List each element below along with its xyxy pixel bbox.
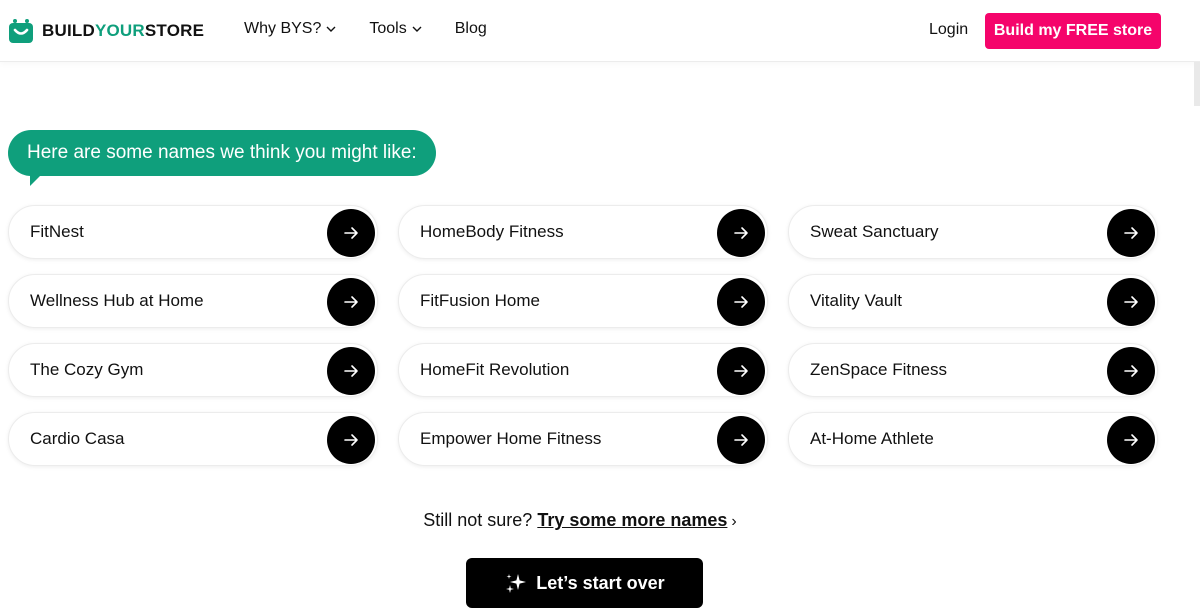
select-name-button[interactable] <box>327 416 375 464</box>
arrow-right-icon <box>1124 296 1138 308</box>
select-name-button[interactable] <box>327 278 375 326</box>
arrow-right-icon <box>344 434 358 446</box>
name-card[interactable]: FitNest <box>8 205 378 259</box>
nav-why-bys-label: Why BYS? <box>244 20 322 37</box>
arrow-right-icon <box>734 434 748 446</box>
bubble-text: Here are some names we think you might l… <box>27 142 417 163</box>
name-card[interactable]: ZenSpace Fitness <box>788 343 1158 397</box>
arrow-right-icon <box>344 227 358 239</box>
arrow-right-icon <box>734 365 748 377</box>
arrow-right-icon <box>1124 227 1138 239</box>
name-label: Vitality Vault <box>810 291 902 310</box>
select-name-button[interactable] <box>327 209 375 257</box>
name-card[interactable]: HomeFit Revolution <box>398 343 768 397</box>
name-label: FitNest <box>30 222 84 241</box>
bubble-tail <box>30 170 46 186</box>
name-card[interactable]: Cardio Casa <box>8 412 378 466</box>
arrow-right-icon <box>1124 434 1138 446</box>
build-free-store-button[interactable]: Build my FREE store <box>985 13 1161 49</box>
logo-text: BUILDYOURSTORE <box>42 21 205 40</box>
name-label: Sweat Sanctuary <box>810 222 939 241</box>
try-more-names-link[interactable]: Try some more names <box>537 510 727 530</box>
name-label: Cardio Casa <box>30 429 125 448</box>
site-header: BUILDYOURSTORE Why BYS? Tools Blog Login… <box>0 0 1200 62</box>
name-label: Wellness Hub at Home <box>30 291 204 310</box>
name-card[interactable]: FitFusion Home <box>398 274 768 328</box>
select-name-button[interactable] <box>717 278 765 326</box>
name-label: The Cozy Gym <box>30 360 144 379</box>
logo[interactable]: BUILDYOURSTORE <box>8 16 204 46</box>
more-names-prefix: Still not sure? <box>423 510 533 530</box>
select-name-button[interactable] <box>327 347 375 395</box>
more-names-prompt: Still not sure? Try some more names › <box>0 510 1160 531</box>
chevron-down-icon <box>412 26 422 32</box>
nav-why-bys[interactable]: Why BYS? <box>244 20 336 38</box>
name-suggestions-grid: FitNest HomeBody Fitness Sweat Sanctuary… <box>8 205 1158 466</box>
sparkle-icon <box>506 574 527 593</box>
start-over-label: Let’s start over <box>536 572 665 593</box>
name-label: At-Home Athlete <box>810 429 934 448</box>
name-card[interactable]: Sweat Sanctuary <box>788 205 1158 259</box>
chevron-down-icon <box>326 26 336 32</box>
nav-tools-label: Tools <box>369 20 407 37</box>
name-card[interactable]: The Cozy Gym <box>8 343 378 397</box>
arrow-right-icon <box>734 296 748 308</box>
select-name-button[interactable] <box>1107 347 1155 395</box>
select-name-button[interactable] <box>1107 416 1155 464</box>
name-card[interactable]: HomeBody Fitness <box>398 205 768 259</box>
name-label: ZenSpace Fitness <box>810 360 948 379</box>
arrow-right-icon <box>344 296 358 308</box>
arrow-right-icon <box>1124 365 1138 377</box>
shopping-bag-icon <box>9 19 33 43</box>
nav-blog[interactable]: Blog <box>455 20 487 38</box>
login-link[interactable]: Login <box>929 21 968 39</box>
name-card[interactable]: Vitality Vault <box>788 274 1158 328</box>
start-over-button[interactable]: Let’s start over <box>466 558 703 608</box>
nav-tools[interactable]: Tools <box>369 20 422 38</box>
select-name-button[interactable] <box>717 209 765 257</box>
main-nav: Why BYS? Tools Blog <box>244 20 487 38</box>
nav-blog-label: Blog <box>454 20 487 37</box>
name-label: HomeBody Fitness <box>420 222 564 241</box>
select-name-button[interactable] <box>717 416 765 464</box>
select-name-button[interactable] <box>717 347 765 395</box>
name-card[interactable]: Empower Home Fitness <box>398 412 768 466</box>
chevron-right-icon: › <box>731 513 737 530</box>
arrow-right-icon <box>344 365 358 377</box>
name-card[interactable]: Wellness Hub at Home <box>8 274 378 328</box>
select-name-button[interactable] <box>1107 209 1155 257</box>
scrollbar[interactable] <box>1194 62 1200 106</box>
arrow-right-icon <box>734 227 748 239</box>
name-card[interactable]: At-Home Athlete <box>788 412 1158 466</box>
name-label: Empower Home Fitness <box>420 429 602 448</box>
name-label: HomeFit Revolution <box>420 360 570 379</box>
select-name-button[interactable] <box>1107 278 1155 326</box>
suggestion-bubble: Here are some names we think you might l… <box>8 130 436 176</box>
name-label: FitFusion Home <box>420 291 540 310</box>
